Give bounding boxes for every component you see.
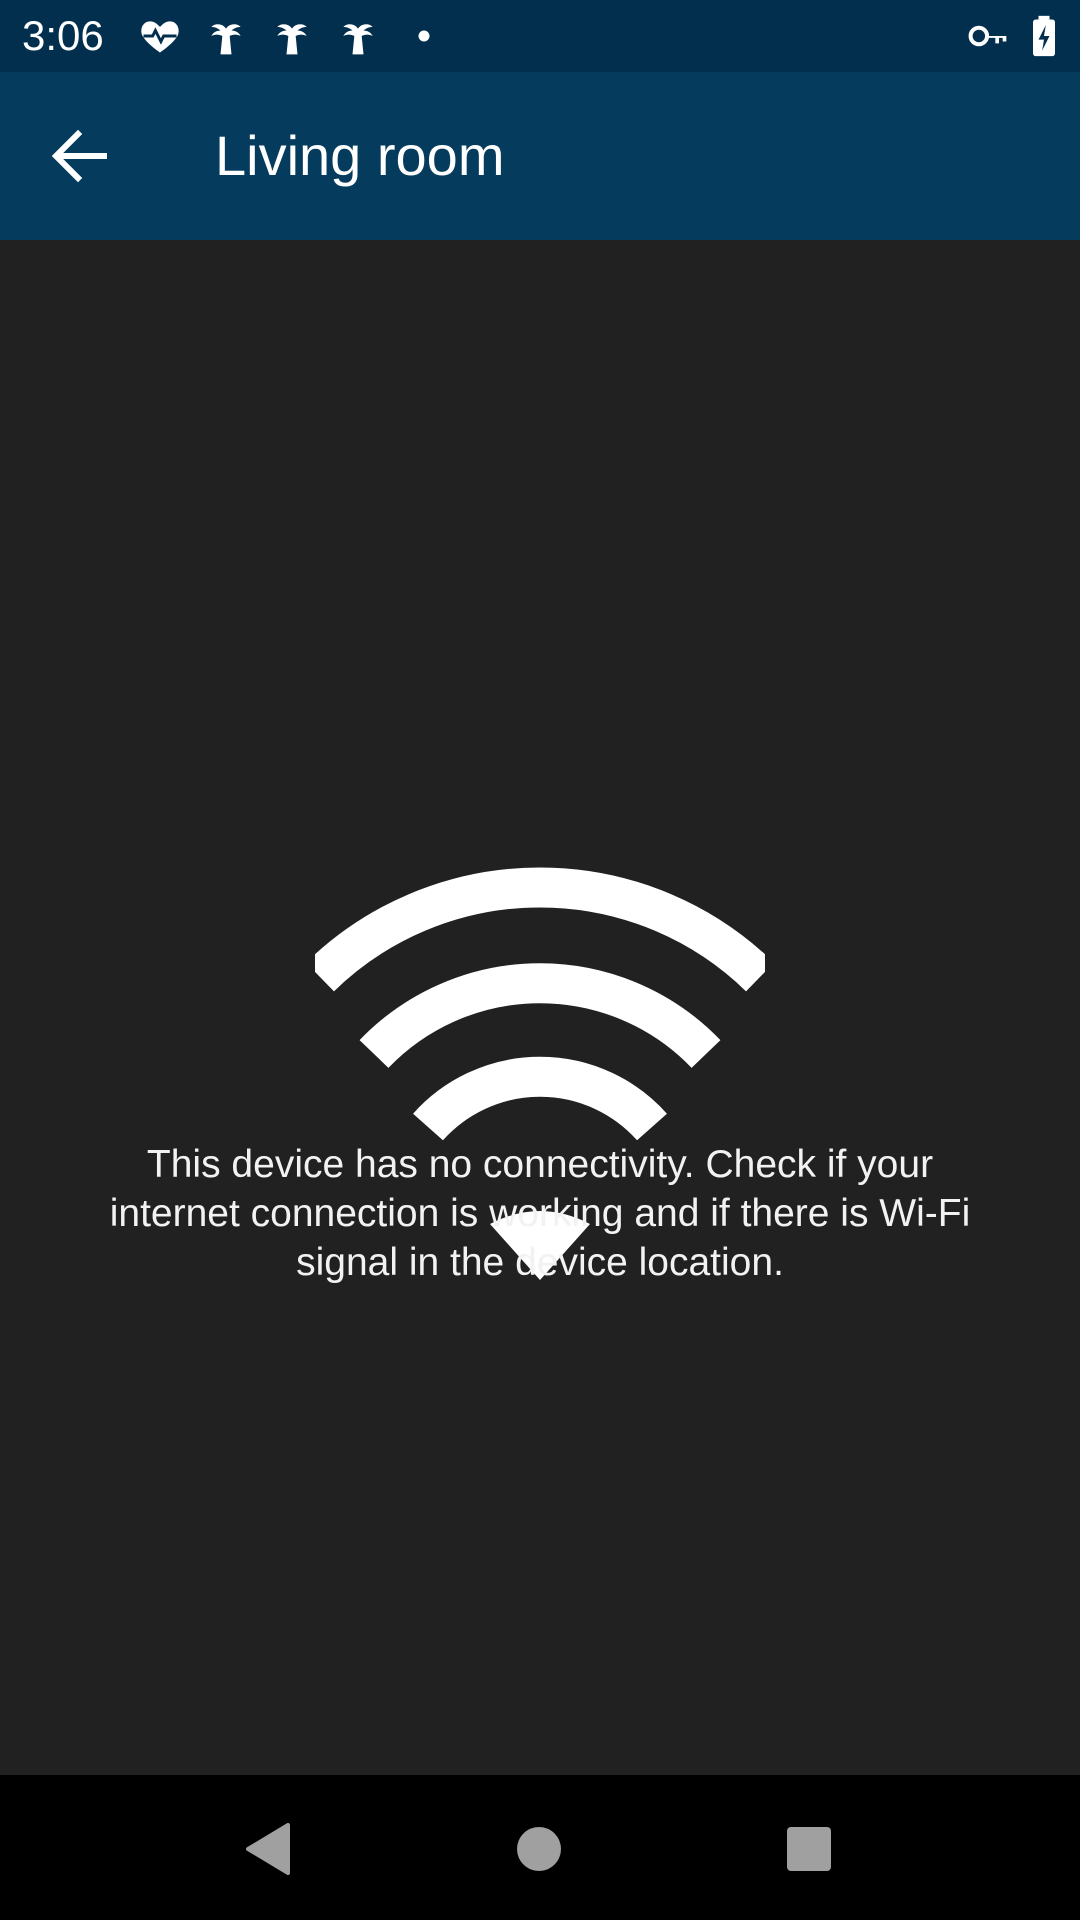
back-button[interactable] bbox=[28, 112, 136, 200]
page-title: Living room bbox=[215, 124, 505, 187]
heart-pulse-icon bbox=[141, 21, 179, 53]
navigation-bar bbox=[0, 1775, 1080, 1920]
arrow-back-icon bbox=[51, 129, 107, 183]
status-time: 3:06 bbox=[22, 12, 104, 59]
content-area: This device has no connectivity. Check i… bbox=[0, 240, 1080, 1775]
home-circle-icon bbox=[517, 1827, 561, 1871]
nav-back-button[interactable] bbox=[216, 1797, 316, 1897]
palm-tree-icon bbox=[343, 24, 373, 55]
battery-charging-icon bbox=[1033, 15, 1055, 57]
app-bar: Living room bbox=[0, 72, 1080, 240]
dot-icon bbox=[418, 30, 430, 42]
nav-recents-button[interactable] bbox=[759, 1797, 859, 1897]
back-triangle-icon bbox=[246, 1823, 290, 1875]
status-bar: 3:06 bbox=[0, 0, 1080, 72]
recents-square-icon bbox=[787, 1827, 831, 1871]
no-connectivity-message: This device has no connectivity. Check i… bbox=[109, 1143, 971, 1284]
nav-home-button[interactable] bbox=[489, 1797, 589, 1897]
vpn-key-icon bbox=[968, 25, 1007, 47]
palm-tree-icon bbox=[277, 24, 307, 55]
screen: 3:06 Living room This device has no conn… bbox=[0, 0, 1080, 1920]
palm-tree-icon bbox=[211, 24, 241, 55]
